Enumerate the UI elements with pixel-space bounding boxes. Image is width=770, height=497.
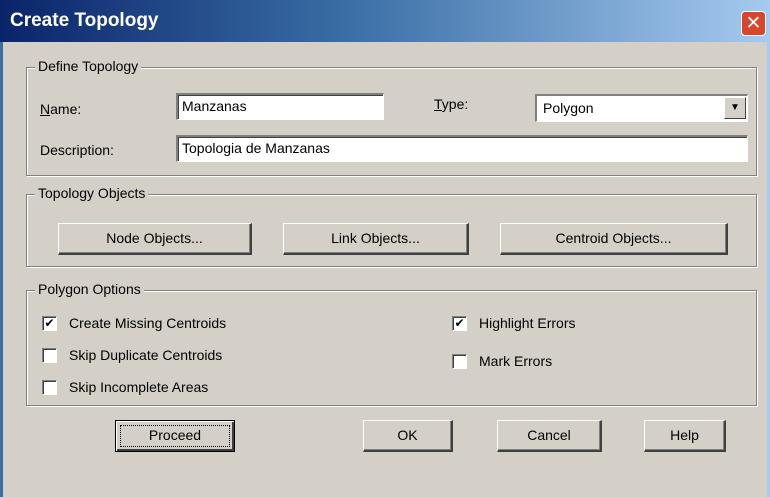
node-objects-label: Node Objects...: [106, 230, 203, 246]
ok-label: OK: [397, 427, 418, 443]
help-label: Help: [670, 427, 699, 443]
chevron-down-icon[interactable]: ▼: [724, 97, 746, 119]
type-select-value: Polygon: [543, 100, 594, 116]
name-field[interactable]: Manzanas: [176, 93, 384, 120]
title-bar[interactable]: Create Topology ✕: [0, 0, 770, 42]
link-objects-button[interactable]: Link Objects...: [283, 223, 469, 255]
window-title: Create Topology: [10, 10, 159, 31]
topology-objects-legend: Topology Objects: [35, 185, 149, 201]
link-objects-label: Link Objects...: [331, 230, 420, 246]
ok-button[interactable]: OK: [363, 420, 453, 452]
description-field[interactable]: Topologia de Manzanas: [176, 135, 748, 162]
skip-duplicate-centroids-label: Skip Duplicate Centroids: [69, 347, 223, 363]
mark-errors-checkbox[interactable]: [452, 354, 467, 369]
create-missing-centroids-checkbox[interactable]: ✔: [42, 316, 57, 331]
description-label: Description:: [40, 142, 114, 158]
help-button[interactable]: Help: [644, 420, 726, 452]
skip-incomplete-areas-checkbox[interactable]: [42, 380, 57, 395]
type-label: Type:: [434, 96, 469, 112]
highlight-errors-label: Highlight Errors: [479, 315, 576, 331]
skip-incomplete-areas-label: Skip Incomplete Areas: [69, 379, 209, 395]
polygon-options-legend: Polygon Options: [35, 281, 144, 297]
window-border-left: [0, 42, 3, 497]
type-select[interactable]: Polygon ▼: [535, 94, 748, 122]
cancel-label: Cancel: [527, 427, 571, 443]
centroid-objects-button[interactable]: Centroid Objects...: [500, 223, 728, 255]
node-objects-button[interactable]: Node Objects...: [58, 223, 252, 255]
define-topology-legend: Define Topology: [35, 58, 142, 74]
cancel-button[interactable]: Cancel: [497, 420, 602, 452]
highlight-errors-checkbox[interactable]: ✔: [452, 316, 467, 331]
create-missing-centroids-label: Create Missing Centroids: [69, 315, 227, 331]
proceed-label: Proceed: [148, 427, 202, 443]
skip-duplicate-centroids-checkbox[interactable]: [42, 348, 57, 363]
centroid-objects-label: Centroid Objects...: [555, 230, 672, 246]
mark-errors-label: Mark Errors: [479, 353, 553, 369]
proceed-button[interactable]: Proceed: [115, 420, 235, 452]
name-label: Name:: [40, 101, 82, 117]
close-icon[interactable]: ✕: [741, 11, 766, 36]
